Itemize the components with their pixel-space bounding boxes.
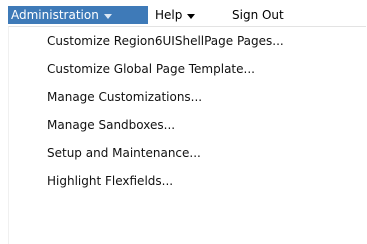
chevron-down-icon — [187, 13, 196, 19]
administration-menu[interactable]: Administration — [8, 6, 148, 24]
sign-out-label: Sign Out — [232, 8, 284, 22]
chevron-down-icon — [103, 13, 112, 19]
menu-item-customize-pages[interactable]: Customize Region6UIShellPage Pages... — [47, 31, 284, 51]
administration-dropdown: Customize Region6UIShellPage Pages... Cu… — [8, 26, 366, 244]
help-menu-label: Help — [155, 8, 183, 22]
menu-item-highlight-flexfields[interactable]: Highlight Flexfields... — [47, 171, 173, 191]
help-menu[interactable]: Help — [155, 6, 196, 24]
menu-bar: Administration Help Sign Out — [0, 0, 367, 26]
menu-item-manage-customizations[interactable]: Manage Customizations... — [47, 87, 202, 107]
administration-menu-label: Administration — [11, 8, 99, 22]
sign-out-link[interactable]: Sign Out — [232, 6, 284, 24]
menu-item-manage-sandboxes[interactable]: Manage Sandboxes... — [47, 115, 175, 135]
menu-item-setup-maintenance[interactable]: Setup and Maintenance... — [47, 143, 201, 163]
menu-item-customize-global-template[interactable]: Customize Global Page Template... — [47, 59, 255, 79]
